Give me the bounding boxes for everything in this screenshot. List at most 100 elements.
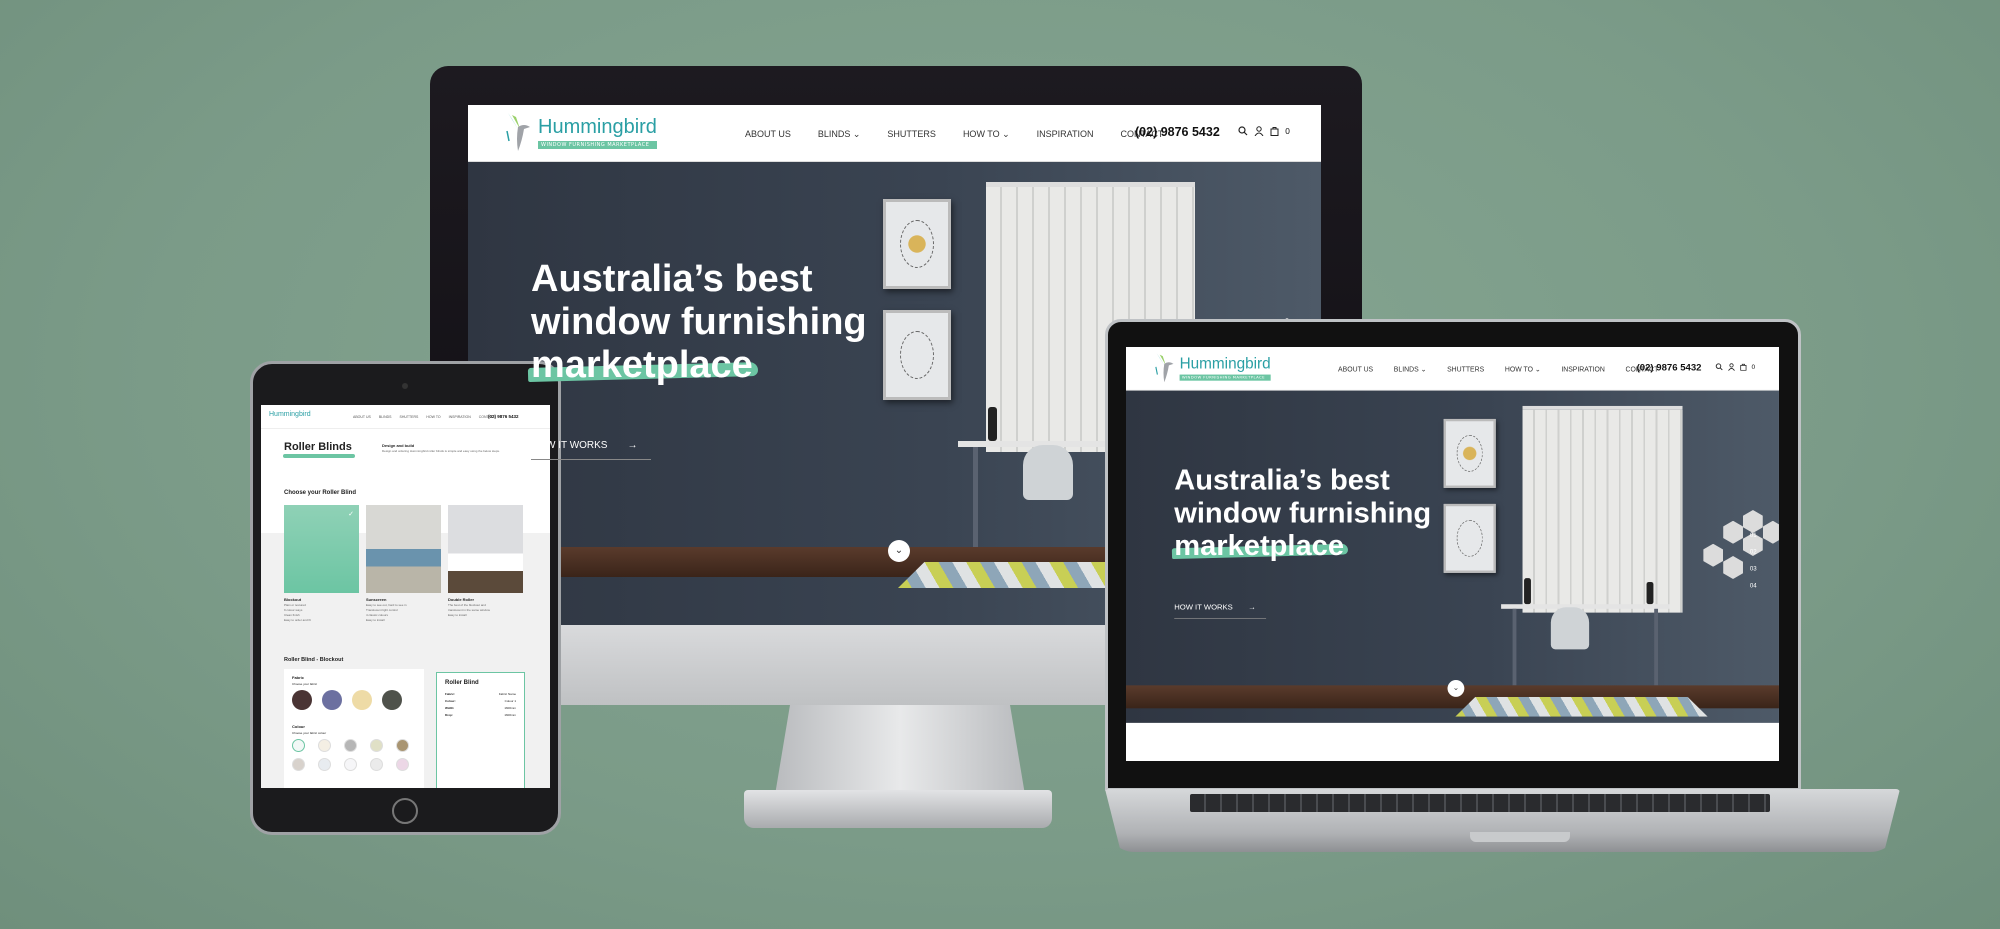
user-icon[interactable]: [1728, 363, 1736, 371]
tablet-home-button[interactable]: [392, 798, 418, 824]
nav-about[interactable]: ABOUT US: [1338, 365, 1373, 373]
summary-key: Width:: [445, 706, 455, 710]
logo[interactable]: Hummingbird WINDOW FURNISHING MARKETPLACE: [1155, 352, 1271, 384]
slide-04[interactable]: 04: [1750, 577, 1757, 594]
scroll-down-button[interactable]: ⌄: [1447, 679, 1465, 697]
wall-art-frame: [1443, 503, 1496, 573]
bag-icon[interactable]: [1740, 363, 1747, 371]
fabric-panel: Fabric Choose your fabric Colour Choose …: [284, 669, 424, 788]
nav-howto-label: HOW TO: [1504, 365, 1533, 374]
wall-art-frame: [1443, 418, 1496, 488]
search-icon[interactable]: [1715, 363, 1723, 371]
hero: Australia’s best window furnishing marketp…: [1126, 390, 1779, 723]
roller-blinds-page: Hummingbird ABOUT US BLINDS SHUTTERS HOW…: [261, 405, 550, 788]
vertical-blind-image: [1522, 405, 1683, 613]
option-name: Sunscreen: [366, 597, 387, 602]
slide-02[interactable]: 02: [1750, 544, 1757, 561]
feature: Easy to install: [448, 613, 467, 617]
nav-blinds[interactable]: BLINDS: [379, 415, 392, 419]
phone-number[interactable]: (02) 9876 5432: [1637, 362, 1702, 373]
how-it-works-link[interactable]: HOW IT WORKS →: [531, 440, 651, 460]
intro-title: Design and build: [382, 443, 415, 448]
brand-tagline: WINDOW FURNISHING MARKETPLACE: [1179, 374, 1271, 381]
hexagon-decor: [1723, 520, 1743, 544]
summary-rows: Fabric: Fabric Name Colour: Colour 1 Width: 1…: [445, 692, 516, 717]
desk-leg: [1512, 608, 1517, 686]
nav-shutters[interactable]: SHUTTERS: [887, 129, 936, 140]
colour-swatch[interactable]: [370, 739, 383, 752]
colour-swatch[interactable]: [396, 758, 409, 771]
chair: [1550, 607, 1590, 650]
nav-shutters[interactable]: SHUTTERS: [399, 415, 418, 419]
how-it-works-link[interactable]: HOW IT WORKS →: [1174, 603, 1267, 619]
chevron-down-icon: ⌄: [1420, 365, 1427, 374]
fabric-prompt: Choose your fabric: [292, 682, 318, 686]
card-double-roller[interactable]: [448, 505, 523, 593]
nav-about[interactable]: ABOUT US: [353, 415, 371, 419]
nav-about[interactable]: ABOUT US: [745, 129, 791, 140]
colour-swatch[interactable]: [318, 739, 331, 752]
hero-heading: Australia’s best window furnishing marketp…: [531, 258, 867, 387]
nav-howto[interactable]: HOW TO ⌄: [1505, 365, 1541, 373]
arrow-right-icon: →: [1248, 603, 1256, 612]
summary-row: Drop: 1600mm: [445, 713, 516, 717]
colour-swatch[interactable]: [344, 758, 357, 771]
tablet-logo[interactable]: Hummingbird: [269, 411, 311, 418]
user-icon[interactable]: [1254, 126, 1264, 136]
fabric-swatch[interactable]: [382, 690, 402, 710]
nav-inspiration[interactable]: INSPIRATION: [449, 415, 471, 419]
colour-prompt: Choose your fabric colour: [292, 731, 327, 735]
fabric-swatch[interactable]: [292, 690, 312, 710]
summary-value: 1600mm: [504, 713, 516, 717]
phone-number[interactable]: (02) 9876 5432: [1135, 125, 1220, 139]
nav-howto[interactable]: HOW TO ⌄: [963, 129, 1010, 140]
tablet-nav: Hummingbird ABOUT US BLINDS SHUTTERS HOW…: [261, 405, 550, 429]
hummingbird-logo-icon: [1155, 353, 1174, 383]
check-icon: ✓: [348, 511, 354, 518]
summary-value: Colour 1: [504, 699, 516, 703]
tablet-phone[interactable]: (02) 9876 5432: [488, 414, 519, 419]
brand-name: Hummingbird: [538, 115, 657, 138]
monitor-foot: [744, 790, 1052, 828]
hero-line: marketplace: [1174, 529, 1345, 563]
nav-howto[interactable]: HOW TO: [426, 415, 440, 419]
scroll-down-button[interactable]: ⌄: [888, 540, 910, 562]
nav-blinds-label: BLINDS: [817, 129, 851, 139]
colour-swatch[interactable]: [292, 758, 305, 771]
bag-icon[interactable]: [1270, 126, 1279, 136]
colour-swatch[interactable]: [292, 739, 305, 752]
nav-icons: 0: [1238, 126, 1290, 136]
colour-swatch[interactable]: [344, 739, 357, 752]
cta-label: HOW IT WORKS: [531, 440, 608, 451]
hero-line: Australia’s best: [531, 258, 813, 300]
slide-03[interactable]: 03: [1750, 561, 1757, 578]
colour-swatch[interactable]: [370, 758, 383, 771]
logo[interactable]: Hummingbird WINDOW FURNISHING MARKETPLACE: [506, 111, 657, 153]
monitor-stand: [775, 705, 1025, 795]
hero-line: marketplace: [531, 344, 753, 386]
cta-label: HOW IT WORKS: [1174, 603, 1233, 612]
nav-shutters[interactable]: SHUTTERS: [1447, 365, 1484, 373]
desk-leg: [1654, 608, 1659, 686]
colour-swatch[interactable]: [396, 739, 409, 752]
vase: [1524, 578, 1531, 605]
card-sunscreen[interactable]: [366, 505, 441, 593]
brand-tagline: WINDOW FURNISHING MARKETPLACE: [538, 140, 657, 149]
nav-blinds[interactable]: BLINDS ⌄: [818, 129, 861, 140]
config-title: Roller Blind - Blockout: [284, 657, 344, 663]
hummingbird-logo-icon: [506, 113, 530, 151]
card-blockout[interactable]: ✓: [284, 505, 359, 593]
vase: [988, 407, 997, 441]
nav-blinds[interactable]: BLINDS ⌄: [1394, 365, 1427, 373]
cart-count: 0: [1285, 126, 1291, 136]
nav-inspiration[interactable]: INSPIRATION: [1561, 365, 1605, 373]
colour-swatch[interactable]: [318, 758, 331, 771]
chevron-down-icon: ⌄: [894, 545, 904, 556]
fabric-swatch[interactable]: [322, 690, 342, 710]
slide-pager: 01 02 03 04: [1750, 527, 1757, 594]
fabric-swatch[interactable]: [352, 690, 372, 710]
fabric-swatches: [292, 690, 416, 710]
search-icon[interactable]: [1238, 126, 1248, 136]
nav-inspiration[interactable]: INSPIRATION: [1037, 129, 1094, 140]
slide-01[interactable]: 01: [1750, 527, 1757, 544]
